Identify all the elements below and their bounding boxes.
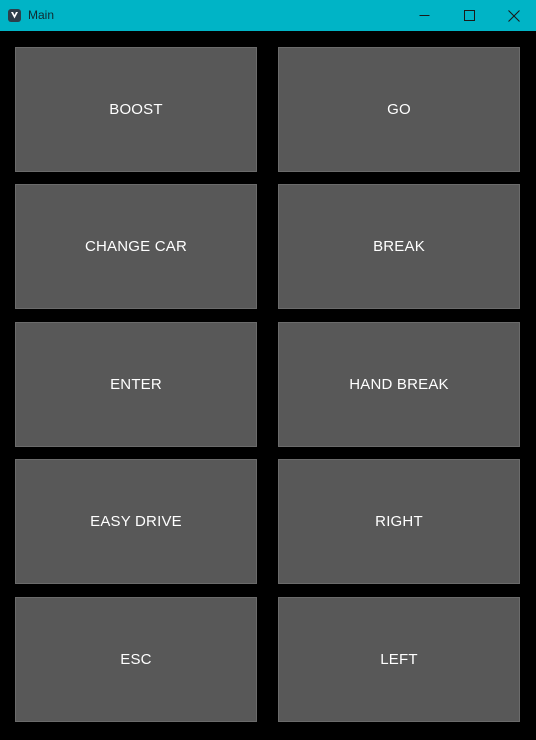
- close-button[interactable]: [492, 0, 536, 31]
- right-button[interactable]: RIGHT: [278, 459, 520, 584]
- maximize-button[interactable]: [447, 0, 491, 31]
- close-icon: [508, 9, 520, 22]
- enter-button[interactable]: ENTER: [15, 322, 257, 447]
- break-button[interactable]: BREAK: [278, 184, 520, 309]
- minimize-button[interactable]: [402, 0, 446, 31]
- esc-button[interactable]: ESC: [15, 597, 257, 722]
- minimize-icon: [419, 10, 430, 21]
- main-window: Main BOOST GO CHANGE CAR BREAK ENTER HAN…: [0, 0, 536, 740]
- app-logo-icon: [8, 9, 21, 22]
- change-car-button[interactable]: CHANGE CAR: [15, 184, 257, 309]
- hand-break-button[interactable]: HAND BREAK: [278, 322, 520, 447]
- left-button[interactable]: LEFT: [278, 597, 520, 722]
- title-bar[interactable]: Main: [0, 0, 536, 31]
- boost-button[interactable]: BOOST: [15, 47, 257, 172]
- easy-drive-button[interactable]: EASY DRIVE: [15, 459, 257, 584]
- window-title: Main: [28, 8, 55, 22]
- button-grid: BOOST GO CHANGE CAR BREAK ENTER HAND BRE…: [0, 31, 536, 740]
- go-button[interactable]: GO: [278, 47, 520, 172]
- maximize-icon: [463, 10, 475, 21]
